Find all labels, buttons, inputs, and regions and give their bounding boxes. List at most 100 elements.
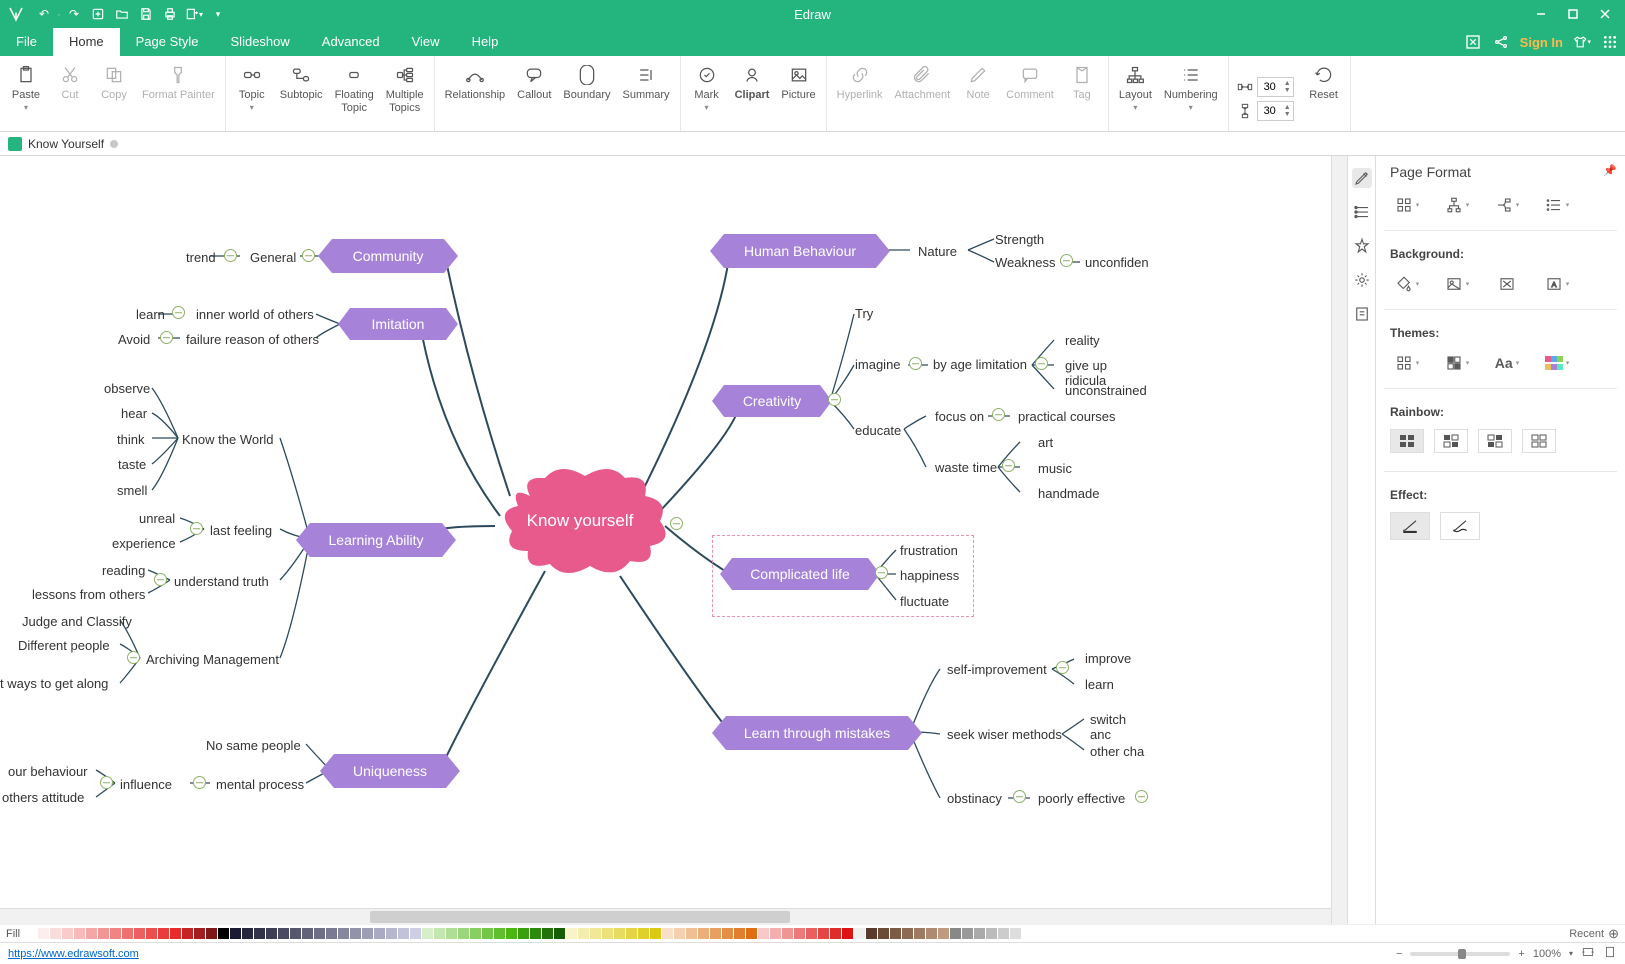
new-button[interactable] xyxy=(86,2,110,26)
fit-page-icon2[interactable] xyxy=(1603,945,1617,962)
color-swatch[interactable] xyxy=(818,928,829,939)
node-unconstrained[interactable]: unconstrained xyxy=(1065,383,1147,398)
h-spacing-input[interactable]: ▲▼ xyxy=(1257,77,1294,97)
rainbow-opt-1[interactable] xyxy=(1390,429,1424,453)
color-swatch[interactable] xyxy=(302,928,313,939)
node-seek[interactable]: seek wiser methods xyxy=(947,727,1062,742)
node-nature[interactable]: Nature xyxy=(918,244,957,259)
node-avoid[interactable]: Avoid xyxy=(118,332,150,347)
color-swatch[interactable] xyxy=(662,928,673,939)
color-swatch[interactable] xyxy=(410,928,421,939)
color-swatch[interactable] xyxy=(746,928,757,939)
color-swatch[interactable] xyxy=(890,928,901,939)
color-swatch[interactable] xyxy=(650,928,661,939)
node-ourbehaviour[interactable]: our behaviour xyxy=(8,764,88,779)
conn[interactable] xyxy=(1060,254,1073,267)
topic-learning[interactable]: Learning Ability xyxy=(296,523,456,557)
color-swatch[interactable] xyxy=(146,928,157,939)
color-swatch[interactable] xyxy=(506,928,517,939)
node-general[interactable]: General xyxy=(250,250,296,265)
conn[interactable] xyxy=(1035,357,1048,370)
color-swatch[interactable] xyxy=(266,928,277,939)
node-trend[interactable]: trend xyxy=(186,250,216,265)
node-focuson[interactable]: focus on xyxy=(935,409,984,424)
sign-in-link[interactable]: Sign In xyxy=(1520,35,1563,50)
node-educate[interactable]: educate xyxy=(855,423,901,438)
horizontal-scrollbar[interactable] xyxy=(0,908,1331,924)
maximize-button[interactable] xyxy=(1557,0,1589,28)
node-taste[interactable]: taste xyxy=(118,457,146,472)
zoom-in[interactable]: + xyxy=(1518,948,1524,960)
color-swatch[interactable] xyxy=(398,928,409,939)
color-swatch[interactable] xyxy=(98,928,109,939)
conn[interactable] xyxy=(302,249,315,262)
bg-remove[interactable] xyxy=(1490,271,1524,297)
color-swatch[interactable] xyxy=(290,928,301,939)
color-swatch[interactable] xyxy=(254,928,265,939)
node-otherch[interactable]: other cha xyxy=(1090,744,1144,759)
color-swatch[interactable] xyxy=(50,928,61,939)
conn[interactable] xyxy=(875,566,888,579)
topic-mistakes[interactable]: Learn through mistakes xyxy=(712,716,922,750)
mark-button[interactable]: Mark xyxy=(685,60,729,131)
topic-humanbehaviour[interactable]: Human Behaviour xyxy=(710,234,890,268)
node-frustration[interactable]: frustration xyxy=(900,543,958,558)
redo-button[interactable]: ↷ xyxy=(62,2,86,26)
color-swatch[interactable] xyxy=(962,928,973,939)
format-painter-button[interactable]: Format Painter xyxy=(136,60,221,131)
node-reading[interactable]: reading xyxy=(102,563,145,578)
export-button[interactable]: ▾ xyxy=(182,2,206,26)
conn[interactable] xyxy=(127,651,140,664)
theme-colors[interactable] xyxy=(1440,350,1474,376)
clipart-button[interactable]: Clipart xyxy=(729,60,776,131)
expand-toggle[interactable] xyxy=(670,517,683,530)
conn[interactable] xyxy=(1135,790,1148,803)
color-swatch[interactable] xyxy=(74,928,85,939)
conn[interactable] xyxy=(1002,459,1015,472)
node-othersatt[interactable]: others attitude xyxy=(2,790,84,805)
color-swatch[interactable] xyxy=(734,928,745,939)
node-strength[interactable]: Strength xyxy=(995,232,1044,247)
node-obstinacy[interactable]: obstinacy xyxy=(947,791,1002,806)
node-practical[interactable]: practical courses xyxy=(1018,409,1116,424)
zoom-slider[interactable] xyxy=(1410,952,1510,956)
color-swatch[interactable] xyxy=(830,928,841,939)
conn[interactable] xyxy=(190,522,203,535)
node-experience[interactable]: experience xyxy=(112,536,176,551)
color-swatch[interactable] xyxy=(38,928,49,939)
topic-creativity[interactable]: Creativity xyxy=(712,385,832,417)
node-lessons[interactable]: lessons from others xyxy=(32,587,145,602)
color-swatch[interactable] xyxy=(86,928,97,939)
tag-button[interactable]: Tag xyxy=(1060,60,1104,131)
color-swatch[interactable] xyxy=(386,928,397,939)
color-swatch[interactable] xyxy=(914,928,925,939)
undo-button[interactable]: ↶ xyxy=(32,2,56,26)
color-swatch[interactable] xyxy=(314,928,325,939)
color-swatch[interactable] xyxy=(350,928,361,939)
picture-button[interactable]: Picture xyxy=(775,60,821,131)
node-nosame[interactable]: No same people xyxy=(206,738,301,753)
menu-home[interactable]: Home xyxy=(53,28,120,56)
color-swatch[interactable] xyxy=(590,928,601,939)
center-topic[interactable]: Know yourself xyxy=(490,466,670,576)
color-swatch[interactable] xyxy=(422,928,433,939)
fit-page-icon[interactable] xyxy=(1464,33,1482,51)
color-swatch[interactable] xyxy=(782,928,793,939)
node-byage[interactable]: by age limitation xyxy=(933,357,1027,372)
color-swatch[interactable] xyxy=(158,928,169,939)
note-button[interactable]: Note xyxy=(956,60,1000,131)
color-swatch[interactable] xyxy=(902,928,913,939)
v-spacing-input[interactable]: ▲▼ xyxy=(1257,101,1294,121)
layout-picker[interactable] xyxy=(1390,192,1424,218)
effect-sketch[interactable] xyxy=(1440,512,1480,540)
color-swatch[interactable] xyxy=(530,928,541,939)
topic-imitation[interactable]: Imitation xyxy=(338,308,458,340)
color-swatch[interactable] xyxy=(614,928,625,939)
node-innerworld[interactable]: inner world of others xyxy=(196,307,314,322)
color-swatch[interactable] xyxy=(698,928,709,939)
effect-hand[interactable] xyxy=(1390,512,1430,540)
color-swatch[interactable] xyxy=(986,928,997,939)
color-swatch[interactable] xyxy=(494,928,505,939)
node-unconfiden[interactable]: unconfiden xyxy=(1085,255,1149,270)
color-swatch[interactable] xyxy=(230,928,241,939)
